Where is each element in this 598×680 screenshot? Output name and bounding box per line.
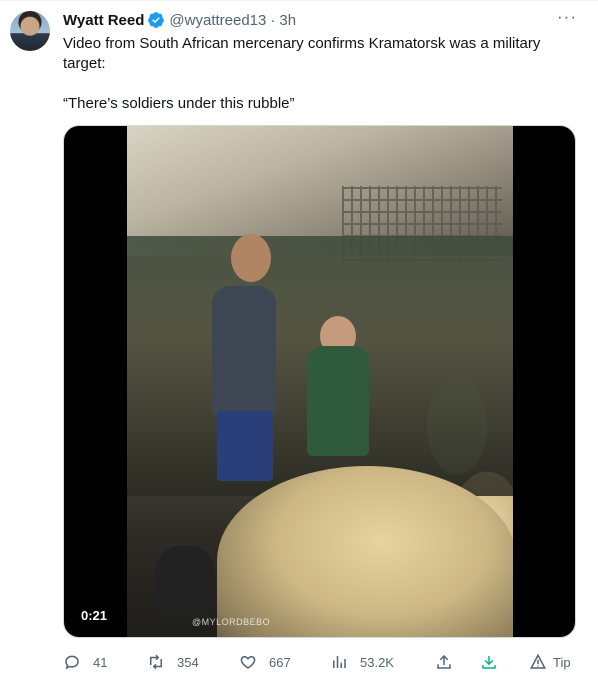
more-icon[interactable]: ··· <box>557 8 577 30</box>
tip-button[interactable]: Tip <box>529 651 571 673</box>
tweet-header: Wyatt Reed @wyattreed13 · 3h <box>63 10 296 30</box>
action-bar: 41 354 667 53.2K Tip <box>63 651 583 673</box>
verified-badge-icon <box>148 12 165 28</box>
time-separator: · <box>270 11 276 29</box>
download-button[interactable] <box>480 651 498 673</box>
reply-icon <box>65 655 79 670</box>
share-icon <box>437 654 451 669</box>
video-player[interactable]: @MYLORDBEBO 0:21 <box>63 125 576 638</box>
author-handle[interactable]: @wyattreed13 <box>169 12 266 29</box>
man-green-shirt <box>307 346 369 456</box>
tweet-text: Video from South African mercenary confi… <box>63 34 573 114</box>
tip-label: Tip <box>553 654 571 670</box>
man-blue-shorts <box>217 411 273 481</box>
dog <box>155 546 215 616</box>
share-button[interactable] <box>435 651 453 673</box>
man-grey-shirt <box>212 286 276 416</box>
retweet-button[interactable]: 354 <box>147 651 199 673</box>
download-icon <box>482 656 496 669</box>
like-button[interactable]: 667 <box>239 651 291 673</box>
video-duration: 0:21 <box>76 606 113 626</box>
heart-icon <box>240 655 256 669</box>
tweet-card[interactable]: Wyatt Reed @wyattreed13 · 3h ··· Video f… <box>0 0 598 680</box>
views-count: 53.2K <box>360 654 394 670</box>
retweet-icon <box>150 654 162 670</box>
retweet-count: 354 <box>177 654 199 670</box>
tweet-time[interactable]: 3h <box>279 12 296 29</box>
views-chart-icon <box>333 656 346 668</box>
video-watermark: @MYLORDBEBO <box>192 617 271 627</box>
author-name[interactable]: Wyatt Reed <box>63 12 144 29</box>
tweet-quote-line: “There’s soldiers under this rubble” <box>63 95 295 112</box>
avatar[interactable] <box>10 11 50 51</box>
tip-icon <box>530 653 546 669</box>
reply-button[interactable]: 41 <box>63 651 107 673</box>
views-button[interactable]: 53.2K <box>330 651 394 673</box>
like-count: 667 <box>269 654 291 670</box>
man-head <box>231 234 271 282</box>
video-frame[interactable]: @MYLORDBEBO <box>127 126 513 637</box>
tweet-text-line: Video from South African mercenary confi… <box>63 35 541 72</box>
reply-count: 41 <box>93 654 108 670</box>
